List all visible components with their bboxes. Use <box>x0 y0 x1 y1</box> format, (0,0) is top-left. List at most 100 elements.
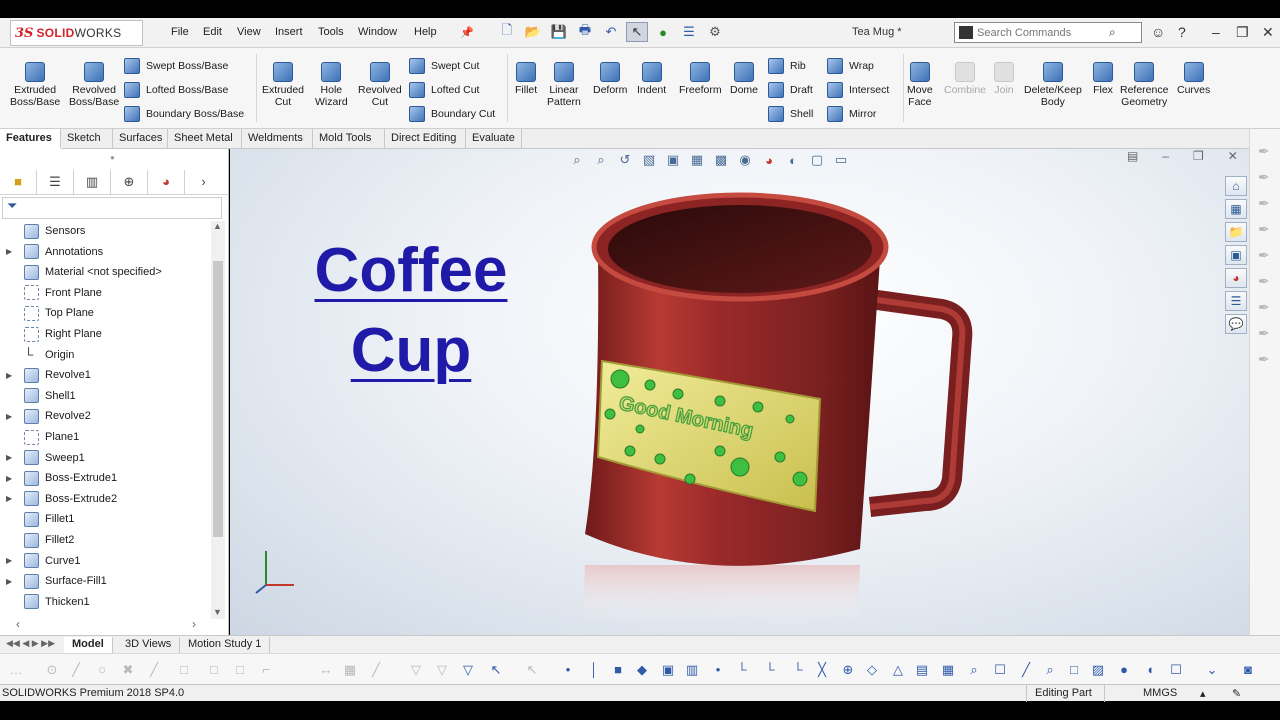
reference-geometry-button[interactable]: Reference Geometry <box>1120 62 1168 108</box>
open-icon[interactable]: 📂 <box>522 22 544 42</box>
filter-icon[interactable]: ⏷ <box>2 197 222 219</box>
scroll-right-icon[interactable]: › <box>192 617 196 633</box>
dimension-icon[interactable]: ↔ <box>318 662 334 678</box>
select-icon[interactable]: ↖ <box>488 662 504 678</box>
help-icon[interactable]: ? <box>1178 24 1186 40</box>
search-icon[interactable]: ⌕ <box>1109 25 1116 40</box>
view-orientation-icon[interactable]: ▦ <box>688 152 706 168</box>
circle-icon[interactable]: ○ <box>94 662 110 678</box>
intersect-button[interactable]: Intersect <box>827 82 889 98</box>
save-icon[interactable]: 💾 <box>548 22 570 42</box>
tab-weldments[interactable]: Weldments <box>242 129 313 149</box>
display-manager-tab-icon[interactable]: ◕ <box>148 169 185 194</box>
rectangle-icon[interactable]: □ <box>176 662 192 678</box>
delete-keep-body-button[interactable]: Delete/Keep Body <box>1024 62 1082 108</box>
lofted-cut-button[interactable]: Lofted Cut <box>409 82 479 98</box>
pattern-icon[interactable]: ▦ <box>342 662 358 678</box>
expand-arrow-icon[interactable]: ▶ <box>6 474 20 483</box>
sketch-ink-icon[interactable]: ✒ <box>1258 325 1270 342</box>
tree-item[interactable]: Right Plane <box>0 324 212 344</box>
rebuild-icon[interactable]: ● <box>652 22 674 42</box>
tree-item[interactable]: Sensors <box>0 221 212 241</box>
menu-window[interactable]: Window <box>358 26 397 38</box>
tab-direct-editing[interactable]: Direct Editing <box>385 129 466 149</box>
swept-cut-button[interactable]: Swept Cut <box>409 58 479 74</box>
mirror-button[interactable]: Mirror <box>827 106 876 122</box>
boundary-boss-button[interactable]: Boundary Boss/Base <box>124 106 244 122</box>
lofted-boss-button[interactable]: Lofted Boss/Base <box>124 82 228 98</box>
view-palette-icon[interactable]: ▣ <box>1225 245 1247 265</box>
menu-file[interactable]: File <box>171 26 189 38</box>
expand-arrow-icon[interactable]: ▶ <box>6 371 20 380</box>
tree-item[interactable]: ▶ Annotations <box>0 242 212 262</box>
search-type-icon[interactable] <box>959 26 973 39</box>
zoom-icon[interactable]: ⌕ <box>966 662 982 678</box>
file-explorer-icon[interactable]: 📁 <box>1225 222 1247 242</box>
graphics-area[interactable]: ⌕ ⌕ ↺ ▧ ▣ ▦ ▩ ◉ ◕ ◐ ▢ ▭ ▤ – ❐ ✕ Coffee C… <box>230 149 1249 635</box>
quadrant-icon[interactable]: △ <box>890 662 906 678</box>
corner-icon[interactable]: └ <box>734 662 750 678</box>
expand-arrow-icon[interactable]: ▶ <box>6 412 20 421</box>
slot-icon[interactable]: ⌐ <box>258 662 274 678</box>
select-other-icon[interactable]: ↖ <box>524 662 540 678</box>
box-icon[interactable]: ☐ <box>992 662 1008 678</box>
shell-button[interactable]: Shell <box>768 106 813 122</box>
print-icon[interactable]: 🖶 <box>574 22 596 42</box>
join-button[interactable]: Join <box>994 62 1014 96</box>
search-commands[interactable]: ⌕ <box>954 22 1142 43</box>
centerline-icon[interactable]: ╱ <box>146 662 162 678</box>
previous-view-icon[interactable]: ↺ <box>616 152 634 168</box>
revolved-cut-button[interactable]: Revolved Cut <box>358 62 402 108</box>
extruded-cut-button[interactable]: Extruded Cut <box>262 62 304 108</box>
bottom-tab-motion-study-1[interactable]: Motion Study 1 <box>180 637 271 653</box>
tree-item[interactable]: ▶ Surface-Fill1 <box>0 571 212 591</box>
scroll-left-icon[interactable]: ‹ <box>16 617 20 633</box>
close-icon[interactable]: ✕ <box>1262 24 1274 41</box>
hole-wizard-button[interactable]: Hole Wizard <box>315 62 348 108</box>
intersection-icon[interactable]: ╳ <box>814 662 830 678</box>
curves-button[interactable]: Curves <box>1177 62 1210 96</box>
display-style-icon[interactable]: ▩ <box>712 152 730 168</box>
scroll-down-icon[interactable]: ▼ <box>213 607 222 617</box>
tree-item[interactable]: ▶ Revolve2 <box>0 406 212 426</box>
expand-arrow-icon[interactable]: ▶ <box>6 453 20 462</box>
dimxpert-manager-tab-icon[interactable]: ⊕ <box>111 169 148 194</box>
sketch-ink-icon[interactable]: ✒ <box>1258 247 1270 264</box>
tab-mold-tools[interactable]: Mold Tools <box>313 129 385 149</box>
draft-button[interactable]: Draft <box>768 82 813 98</box>
menu-view[interactable]: View <box>237 26 261 38</box>
tree-item[interactable]: ▶ Curve1 <box>0 551 212 571</box>
combine-button[interactable]: Combine <box>944 62 986 96</box>
expand-arrow-icon[interactable]: ▶ <box>6 556 20 565</box>
zoom-to-fit-icon[interactable]: ⌕ <box>568 152 586 168</box>
tree-item[interactable]: Plane1 <box>0 427 212 447</box>
view-settings-icon[interactable]: ▢ <box>808 152 826 168</box>
home-icon[interactable]: ⌂ <box>1225 176 1247 196</box>
indent-button[interactable]: Indent <box>637 62 666 96</box>
boundary-cut-button[interactable]: Boundary Cut <box>409 106 495 122</box>
expand-arrow-icon[interactable]: ▶ <box>6 577 20 586</box>
tree-item[interactable]: Shell1 <box>0 386 212 406</box>
file-properties-icon[interactable]: ☰ <box>678 22 700 42</box>
tree-item[interactable]: ▶ Sweep1 <box>0 448 212 468</box>
tab-scroll-left-icon[interactable]: ◀◀ ◀ ▶ ▶▶ <box>6 638 55 649</box>
chevron-right-icon[interactable]: › <box>185 170 222 194</box>
tab-surfaces[interactable]: Surfaces <box>113 129 168 149</box>
dome-button[interactable]: Dome <box>730 62 758 96</box>
flex-button[interactable]: Flex <box>1093 62 1113 96</box>
undo-icon[interactable]: ↶ <box>600 22 622 42</box>
zoom-area-icon[interactable]: ⌕ <box>1042 662 1058 678</box>
overflow-icon[interactable]: … <box>8 662 24 678</box>
tree-item[interactable]: ▶ Boss-Extrude2 <box>0 489 212 509</box>
chevron-down-icon[interactable]: ⌄ <box>1204 662 1220 678</box>
scroll-thumb[interactable] <box>213 261 223 537</box>
menu-edit[interactable]: Edit <box>203 26 222 38</box>
hide-show-items-icon[interactable]: ◉ <box>736 152 754 168</box>
configuration-manager-tab-icon[interactable]: ▥ <box>74 169 111 194</box>
design-library-icon[interactable]: ▦ <box>1225 199 1247 219</box>
sketch-ink-icon[interactable]: ✒ <box>1258 195 1270 212</box>
sketch-ink-icon[interactable]: ✒ <box>1258 273 1270 290</box>
section-view-icon[interactable]: ▧ <box>640 152 658 168</box>
move-face-button[interactable]: Move Face <box>907 62 933 108</box>
select-arrow-icon[interactable]: ↖ <box>626 22 648 42</box>
